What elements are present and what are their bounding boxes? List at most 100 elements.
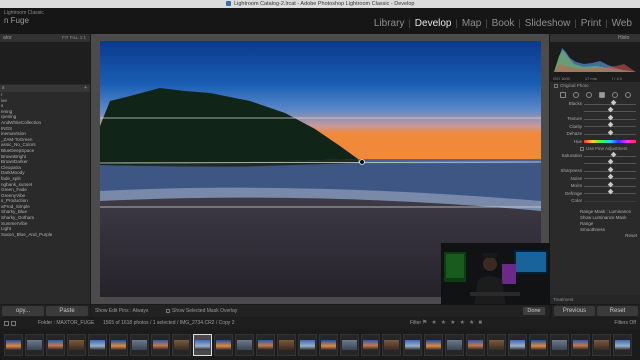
module-library[interactable]: Library <box>370 18 409 29</box>
star-filter-icon[interactable]: ★ <box>441 318 446 329</box>
filmstrip-thumbnail[interactable] <box>466 333 485 356</box>
previous-button[interactable]: Previous <box>554 306 595 316</box>
reset-button[interactable]: Reset <box>597 306 638 316</box>
preset-item[interactable]: Saxon_Blue_And_Purple <box>0 232 90 238</box>
graduated-filter-icon[interactable] <box>598 92 605 98</box>
filmstrip-thumbnail[interactable] <box>319 333 338 356</box>
filmstrip-thumbnail[interactable] <box>361 333 380 356</box>
range-mask-label: Range Mask : Luminance <box>580 208 632 214</box>
flag-filter-icon[interactable]: ⚑ <box>422 318 427 329</box>
filmstrip-thumbnail[interactable] <box>382 333 401 356</box>
radial-filter-icon[interactable] <box>611 92 618 98</box>
star-filter-icon[interactable]: ★ <box>460 318 465 329</box>
filmstrip-thumbnail[interactable] <box>193 333 212 356</box>
module-web[interactable]: Web <box>608 18 636 29</box>
filmstrip-thumbnail[interactable] <box>550 333 569 356</box>
thumbnail-image <box>426 339 441 350</box>
filmstrip-thumbnail[interactable] <box>403 333 422 356</box>
filmstrip-thumbnail[interactable] <box>508 333 527 356</box>
filmstrip-thumbnail[interactable] <box>151 333 170 356</box>
star-filter-icon[interactable]: ★ <box>450 318 455 329</box>
presets-header[interactable]: s + <box>0 85 90 92</box>
slider-track[interactable] <box>584 155 636 157</box>
original-photo-toggle[interactable]: Original Photo <box>550 82 640 90</box>
add-preset-icon[interactable]: + <box>84 85 87 92</box>
hue-slider[interactable] <box>584 140 636 143</box>
folder-source[interactable]: Folder : MAXTOR_FUGE <box>38 318 94 329</box>
treatment-section[interactable]: Treatment <box>550 295 640 304</box>
filmstrip-thumbnail[interactable] <box>529 333 548 356</box>
adjustment-brush-icon[interactable] <box>624 92 631 98</box>
rating-filter[interactable]: ⚑ ★ ★ ★ ★ ★ ■ <box>422 318 482 329</box>
fine-adjustment-toggle[interactable]: Use Fine Adjustment <box>550 145 640 152</box>
thumbnail-image <box>132 339 147 350</box>
thumbnail-image <box>174 339 189 350</box>
module-print[interactable]: Print <box>577 18 606 29</box>
filmstrip-thumbnail[interactable] <box>445 333 464 356</box>
filmstrip-thumbnail[interactable] <box>130 333 149 356</box>
filters-off-dropdown[interactable]: Filters Off <box>614 318 636 329</box>
star-filter-icon[interactable]: ★ <box>469 318 474 329</box>
edit-pin[interactable] <box>359 159 365 165</box>
secondary-display-icon[interactable] <box>11 321 16 326</box>
navigator-header[interactable]: ator FIT FILL 1:1 <box>0 34 90 42</box>
filmstrip-thumbnail[interactable] <box>613 333 632 356</box>
filmstrip-thumbnail[interactable] <box>46 333 65 356</box>
original-photo-checkbox[interactable] <box>554 83 558 88</box>
thumbnail-image <box>237 339 252 350</box>
spot-removal-icon[interactable] <box>572 92 579 98</box>
mask-overlay-checkbox[interactable] <box>166 308 170 313</box>
navigator-preview[interactable] <box>0 42 90 84</box>
red-eye-icon[interactable] <box>585 92 592 98</box>
filmstrip-thumbnail[interactable] <box>340 333 359 356</box>
histogram-header[interactable]: Histo <box>550 34 640 42</box>
thumbnail-image <box>6 339 21 350</box>
star-filter-icon[interactable]: ★ <box>431 318 436 329</box>
module-develop[interactable]: Develop <box>411 18 456 29</box>
filmstrip-thumbnail[interactable] <box>487 333 506 356</box>
histogram: ISO 1600 17 mm f / 4.0 <box>550 42 640 82</box>
right-panel: Histo ISO 1600 17 mm f / 4.0 Original Ph… <box>550 34 640 304</box>
filmstrip-thumbnail[interactable] <box>424 333 443 356</box>
module-book[interactable]: Book <box>488 18 519 29</box>
slider-label: Blacks <box>568 101 582 106</box>
done-button[interactable]: Done <box>523 307 545 315</box>
filmstrip-thumbnail[interactable] <box>4 333 23 356</box>
color-row[interactable]: Color <box>550 197 640 205</box>
filmstrip-thumbnail[interactable] <box>298 333 317 356</box>
slider-track[interactable] <box>584 103 636 105</box>
copy-button[interactable]: opy... <box>2 306 44 316</box>
filmstrip-thumbnail[interactable] <box>277 333 296 356</box>
color-swatch-track[interactable] <box>584 200 636 202</box>
slider-row: Clarity <box>550 121 640 131</box>
crop-tool-icon[interactable] <box>559 92 566 98</box>
mask-overlay-toggle[interactable]: Show Selected Mask Overlay <box>166 305 237 317</box>
filmstrip-thumbnail[interactable] <box>88 333 107 356</box>
filmstrip-thumbnail[interactable] <box>256 333 275 356</box>
fine-adjustment-checkbox[interactable] <box>580 146 584 151</box>
filmstrip-thumbnail[interactable] <box>25 333 44 356</box>
filmstrip-thumbnail[interactable] <box>214 333 233 356</box>
main-display-icon[interactable] <box>4 321 9 326</box>
navigator-zoom-options[interactable]: FIT FILL 1:1 <box>62 34 86 42</box>
thumbnail-image <box>384 339 399 350</box>
thumbnail-image <box>48 339 63 350</box>
module-map[interactable]: Map <box>458 18 485 29</box>
color-label-filter-icon[interactable]: ■ <box>478 318 482 329</box>
filmstrip-thumbnail[interactable] <box>571 333 590 356</box>
filmstrip-thumbnail[interactable] <box>592 333 611 356</box>
slider-label: Saturation <box>561 153 582 158</box>
filmstrip-thumbnail[interactable] <box>235 333 254 356</box>
filmstrip-thumbnail[interactable] <box>109 333 128 356</box>
paste-button[interactable]: Paste <box>46 306 88 316</box>
filmstrip-thumbnail[interactable] <box>67 333 86 356</box>
slider-group-detail: Saturation Sharpness Noise Moire Defringe <box>550 151 640 197</box>
slider-label: Sharpness <box>560 168 582 173</box>
filmstrip-thumbnail[interactable] <box>172 333 191 356</box>
thumbnail-image <box>258 339 273 350</box>
slider-group-tone: Blacks Texture Clarity Dehaze <box>550 99 640 138</box>
module-slideshow[interactable]: Slideshow <box>521 18 575 29</box>
module-bar: Lightroom Classic n Fuge Library | Develo… <box>0 8 640 34</box>
panel-reset-link[interactable]: Reset <box>625 233 637 239</box>
show-edit-pins[interactable]: Show Edit Pins : Always <box>95 305 148 317</box>
